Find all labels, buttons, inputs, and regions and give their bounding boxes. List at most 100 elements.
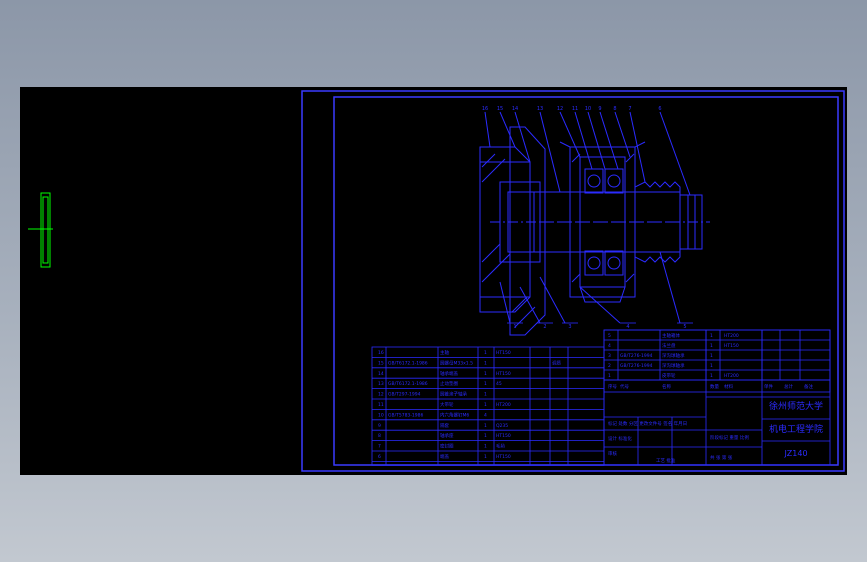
parts-cell: 皮带轮 (662, 372, 676, 379)
balloon-label: 4 (626, 324, 629, 330)
parts-cell: 大带轮 (440, 401, 454, 408)
parts-cell: 11 (378, 402, 384, 408)
sheet-label: 共 张 第 张 (710, 454, 733, 461)
parts-cell: 内六角螺钉M6 (440, 411, 469, 418)
parts-cell: HT150 (496, 454, 511, 460)
parts-cell: 9 (378, 423, 381, 429)
parts-cell: 毛毡 (496, 443, 505, 450)
balloon-label: 14 (512, 106, 518, 112)
parts-header: 序号 (608, 383, 617, 390)
audit-row: 审核 (608, 450, 617, 457)
parts-cell: 隔套 (440, 422, 449, 429)
parts-cell: 1 (484, 454, 487, 460)
parts-cell: GB/T6172.1-1986 (388, 381, 428, 387)
assembly-drawing: 16 15 14 13 12 11 10 9 8 7 6 12345 16 主轴 1 HT15015 GB/… (28, 90, 845, 472)
scale-label: 阶段标记 重量 比例 (710, 434, 749, 441)
parts-cell: 10 (378, 412, 384, 418)
parts-cell: HT150 (496, 433, 511, 439)
parts-cell: 止动垫圈 (440, 380, 458, 387)
parts-cell: 1 (484, 371, 487, 377)
parts-cell: 1 (710, 353, 713, 359)
balloon-label: 2 (543, 324, 546, 330)
parts-cell: HT200 (724, 373, 739, 379)
parts-cell: 轴承座 (440, 432, 454, 439)
cad-viewport[interactable]: 16 15 14 13 12 11 10 9 8 7 6 12345 16 主轴 1 HT150 15 GB/… (20, 87, 847, 475)
balloon-label: 16 (482, 106, 488, 112)
parts-cell: 1 (484, 392, 487, 398)
parts-cell: HT150 (496, 350, 511, 356)
balloon-label: 13 (537, 106, 543, 112)
process-row: 工艺 批准 (656, 457, 676, 464)
parts-cell: 1 (710, 373, 713, 379)
parts-header: 总计 (784, 383, 793, 390)
balloon-label: 3 (568, 324, 571, 330)
parts-cell: 1 (710, 363, 713, 369)
parts-header: 材料 (724, 383, 733, 390)
balloon-label: 11 (572, 106, 578, 112)
parts-cell: 15 (378, 360, 384, 366)
parts-cell: HT200 (496, 402, 511, 408)
parts-cell: 1 (484, 402, 487, 408)
balloon-label: 12 (557, 106, 563, 112)
balloon-label: 9 (598, 106, 601, 112)
shaft-assembly (479, 111, 710, 336)
sign-row: 标记 处数 分区 更改文件号 签名 年月日 (608, 420, 687, 427)
parts-cell: 1 (710, 343, 713, 349)
parts-cell: GB/T5783-1986 (388, 412, 424, 418)
parts-cell: 法兰盘 (662, 342, 676, 349)
parts-cell: 密封圈 (440, 443, 454, 450)
selected-part-icon[interactable] (28, 192, 53, 268)
parts-cell: 12 (378, 392, 384, 398)
parts-cell: 6 (378, 454, 381, 460)
balloon-label: 15 (497, 106, 503, 112)
parts-cell: Q235 (496, 423, 508, 429)
balloon-label: 8 (613, 106, 616, 112)
parts-cell: 圆螺母M33x1.5 (440, 359, 473, 366)
parts-cell: GB/T276-1994 (620, 353, 653, 359)
parts-cell: GB/T297-1994 (388, 392, 421, 398)
parts-cell: 14 (378, 371, 384, 377)
parts-cell: 调质 (552, 359, 561, 366)
company-name-line1: 徐州师范大学 (769, 400, 823, 412)
parts-cell: 1 (484, 360, 487, 366)
parts-cell: HT150 (496, 371, 511, 377)
parts-cell: 端盖 (440, 453, 449, 460)
balloon-label: 1 (513, 324, 516, 330)
parts-cell: 8 (378, 433, 381, 439)
design-row: 设计 标准化 (608, 435, 632, 442)
parts-header: 代号 (620, 383, 629, 390)
parts-header: 名称 (662, 383, 671, 390)
parts-cell: 3 (608, 353, 611, 359)
parts-cell: 轴承端盖 (440, 370, 458, 377)
parts-cell: 7 (378, 444, 381, 450)
balloon-label: 7 (628, 106, 631, 112)
parts-cell: GB/T6172.1-1986 (388, 360, 428, 366)
parts-cell: 1 (484, 350, 487, 356)
parts-cell: 2 (608, 363, 611, 369)
parts-cell: 1 (484, 423, 487, 429)
parts-cell: 1 (484, 381, 487, 387)
parts-cell: 16 (378, 350, 384, 356)
parts-header: 单件 (764, 383, 773, 390)
parts-header: 备注 (804, 383, 813, 390)
parts-header: 数量 (710, 383, 719, 390)
balloon-label: 10 (585, 106, 591, 112)
parts-cell: 主轴箱体 (662, 332, 680, 339)
parts-cell: 1 (710, 333, 713, 339)
parts-cell: GB/T276-1994 (620, 363, 653, 369)
drawing-number: JZ140 (783, 449, 807, 458)
balloons-top: 16 15 14 13 12 11 10 9 8 7 6 (482, 106, 662, 112)
parts-cell: 1 (608, 373, 611, 379)
parts-cell: 圆锥滚子轴承 (440, 391, 467, 398)
balloon-label: 5 (683, 324, 686, 330)
parts-cell: 13 (378, 381, 384, 387)
parts-cell: 深沟球轴承 (662, 352, 685, 359)
parts-cell: HT200 (724, 333, 739, 339)
parts-cell: 1 (484, 433, 487, 439)
parts-cell: 45 (496, 381, 502, 387)
parts-cell: 1 (484, 444, 487, 450)
parts-cell: 深沟球轴承 (662, 362, 685, 369)
parts-cell: HT150 (724, 343, 739, 349)
balloons-bottom: 1 2 3 4 5 (507, 322, 693, 330)
parts-cell: 5 (608, 333, 611, 339)
